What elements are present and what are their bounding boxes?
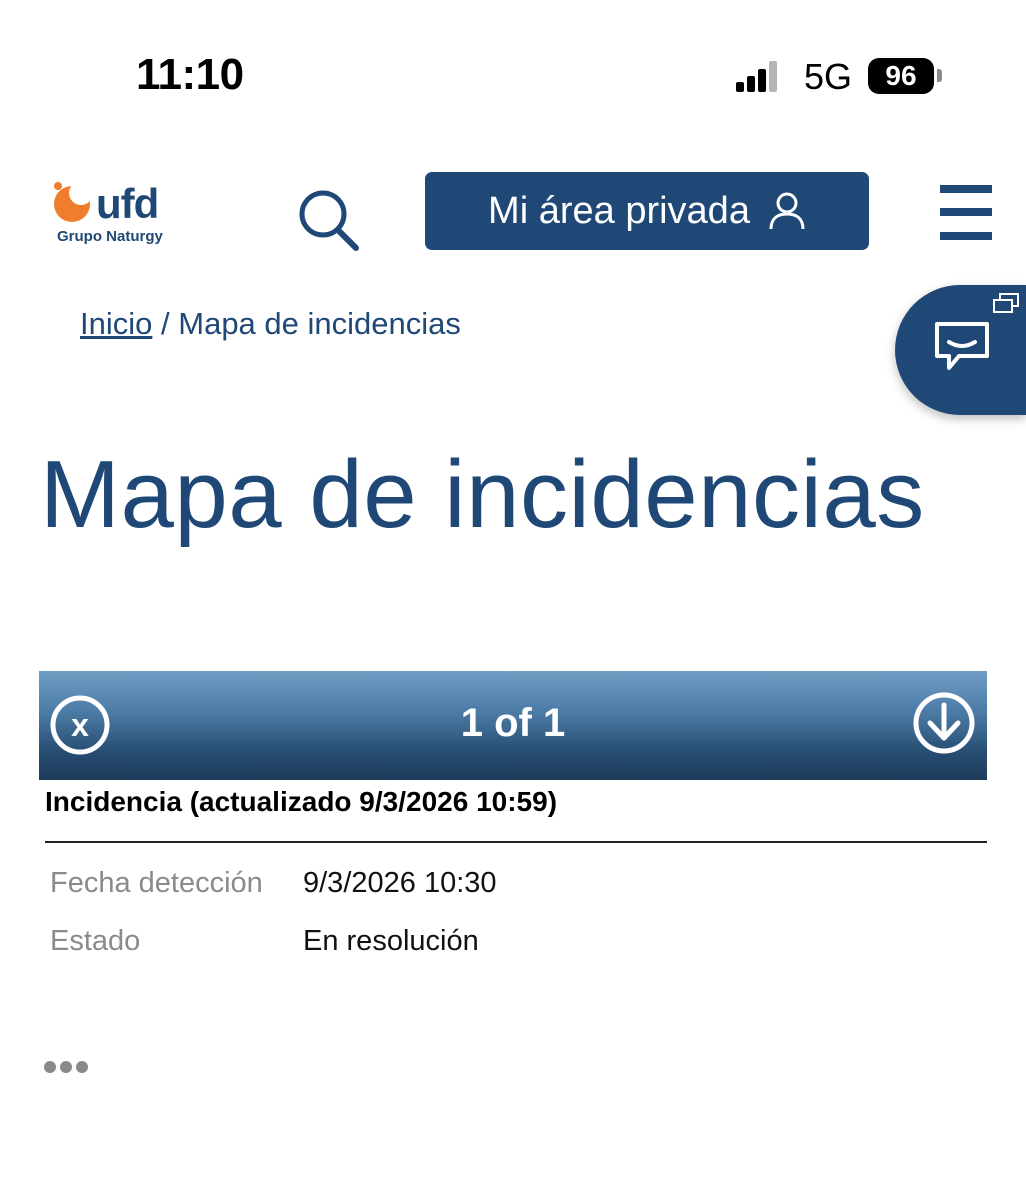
arrow-down-circle-icon[interactable]	[912, 691, 976, 755]
divider	[45, 841, 987, 843]
chat-icon	[935, 322, 989, 370]
logo-subtitle: Grupo Naturgy	[57, 228, 163, 245]
breadcrumb-current: Mapa de incidencias	[178, 306, 461, 341]
private-area-button[interactable]: Mi área privada	[425, 172, 869, 250]
battery-cap	[937, 69, 942, 82]
detection-date-label: Fecha detección	[50, 867, 263, 899]
hamburger-menu-icon[interactable]	[940, 185, 992, 241]
battery-level: 96	[868, 58, 934, 94]
breadcrumb: Inicio / Mapa de incidencias	[80, 306, 461, 342]
status-time: 11:10	[136, 50, 244, 99]
logo-mark-icon	[54, 181, 93, 222]
status-label: Estado	[50, 925, 141, 957]
popup-header: x 1 of 1	[39, 671, 987, 780]
network-type: 5G	[804, 56, 853, 97]
chat-button[interactable]	[895, 285, 1026, 415]
search-icon[interactable]	[296, 188, 362, 254]
ufd-logo[interactable]: ufd Grupo Naturgy	[50, 178, 180, 248]
status-value: En resolución	[303, 925, 479, 957]
incident-title: Incidencia (actualizado 9/3/2026 10:59)	[45, 786, 558, 817]
popout-window-icon[interactable]	[992, 292, 1020, 314]
breadcrumb-separator: /	[161, 306, 170, 341]
user-icon	[769, 192, 805, 230]
detection-date-value: 9/3/2026 10:30	[303, 867, 497, 899]
logo-wordmark: ufd	[96, 180, 159, 227]
popup-counter: 1 of 1	[460, 701, 566, 745]
more-options-icon[interactable]	[44, 1061, 88, 1075]
breadcrumb-home-link[interactable]: Inicio	[80, 306, 152, 341]
cellular-signal-icon	[736, 61, 777, 92]
battery-indicator: 96	[868, 58, 946, 96]
private-area-label: Mi área privada	[488, 189, 750, 232]
page-title: Mapa de incidencias	[40, 441, 925, 548]
